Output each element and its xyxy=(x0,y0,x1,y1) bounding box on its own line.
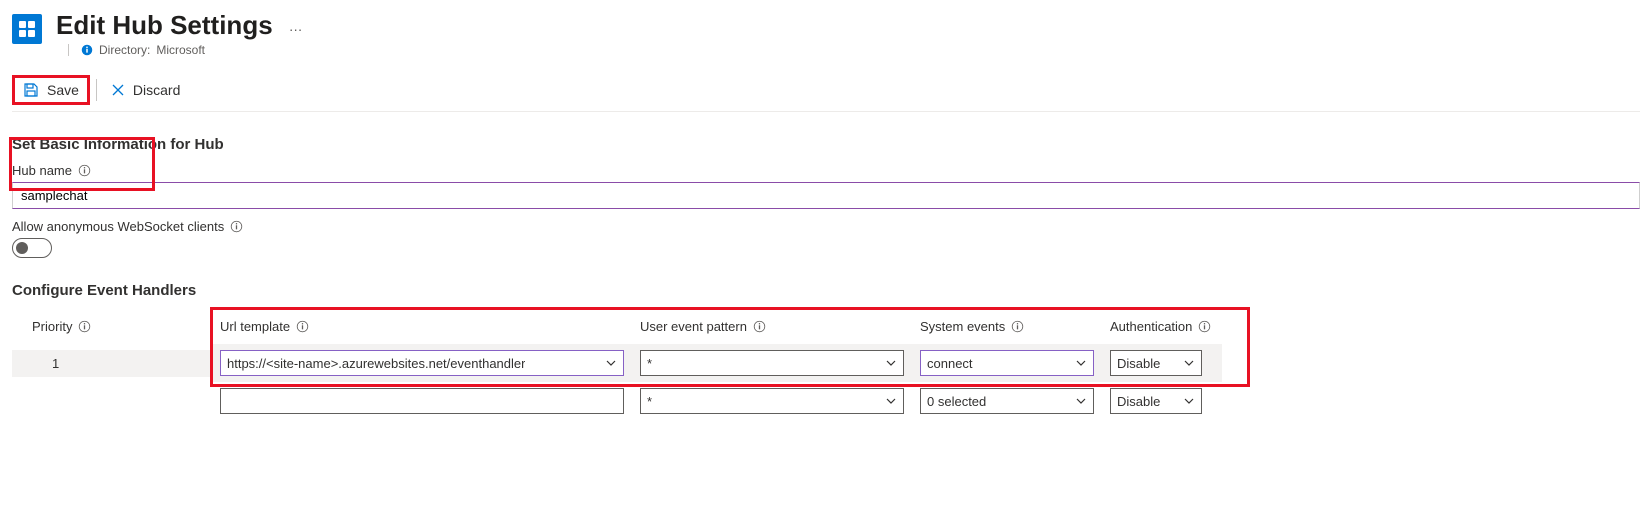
chevron-down-icon xyxy=(885,357,897,369)
directory-row: Directory: Microsoft xyxy=(56,43,304,57)
page-title: Edit Hub Settings xyxy=(56,10,273,41)
directory-value: Microsoft xyxy=(156,43,205,57)
page-header: Edit Hub Settings … Directory: Microsoft xyxy=(12,10,1640,57)
allow-anon-row: Allow anonymous WebSocket clients xyxy=(12,219,1640,234)
chevron-down-icon xyxy=(605,357,617,369)
info-icon[interactable] xyxy=(753,320,766,333)
toolbar-divider xyxy=(96,79,97,101)
col-url-template: Url template xyxy=(212,309,632,344)
priority-cell xyxy=(12,395,212,407)
url-template-input[interactable] xyxy=(220,388,624,414)
allow-anon-label: Allow anonymous WebSocket clients xyxy=(12,219,224,234)
hub-name-label-row: Hub name xyxy=(12,163,1640,178)
allow-anon-toggle[interactable] xyxy=(12,238,52,258)
save-icon xyxy=(23,82,39,98)
system-events-select[interactable]: connect xyxy=(920,350,1094,376)
directory-label: Directory: xyxy=(99,43,150,57)
col-user-event-pattern: User event pattern xyxy=(632,309,912,344)
info-icon[interactable] xyxy=(78,320,91,333)
discard-button[interactable]: Discard xyxy=(103,78,188,102)
chevron-down-icon xyxy=(1075,395,1087,407)
discard-label: Discard xyxy=(133,82,180,98)
user-event-pattern-input[interactable]: * xyxy=(640,350,904,376)
authentication-select[interactable]: Disable xyxy=(1110,388,1202,414)
toolbar: Save Discard xyxy=(12,75,1640,112)
info-icon[interactable] xyxy=(230,220,243,233)
col-authentication: Authentication xyxy=(1102,309,1222,344)
save-label: Save xyxy=(47,82,79,98)
info-icon[interactable] xyxy=(78,164,91,177)
chevron-down-icon xyxy=(1183,357,1195,369)
user-event-pattern-input[interactable]: * xyxy=(640,388,904,414)
basic-info-title: Set Basic Information for Hub xyxy=(12,136,1640,153)
close-icon xyxy=(111,83,125,97)
save-button[interactable]: Save xyxy=(12,75,90,105)
priority-cell: 1 xyxy=(12,350,212,377)
url-template-input[interactable]: https://<site-name>.azurewebsites.net/ev… xyxy=(220,350,624,376)
info-icon xyxy=(81,44,93,56)
col-priority: Priority xyxy=(12,309,212,344)
col-system-events: System events xyxy=(912,309,1102,344)
system-events-select[interactable]: 0 selected xyxy=(920,388,1094,414)
info-icon[interactable] xyxy=(1011,320,1024,333)
chevron-down-icon xyxy=(885,395,897,407)
hub-name-input[interactable] xyxy=(12,182,1640,209)
toggle-knob xyxy=(16,242,28,254)
more-button[interactable]: … xyxy=(289,18,304,34)
info-icon[interactable] xyxy=(296,320,309,333)
hub-name-label: Hub name xyxy=(12,163,72,178)
handlers-title: Configure Event Handlers xyxy=(12,282,1640,299)
chevron-down-icon xyxy=(1183,395,1195,407)
handlers-grid: Priority Url template User event pattern… xyxy=(12,309,1640,420)
info-icon[interactable] xyxy=(1198,320,1211,333)
chevron-down-icon xyxy=(1075,357,1087,369)
authentication-select[interactable]: Disable xyxy=(1110,350,1202,376)
app-icon xyxy=(12,14,42,44)
